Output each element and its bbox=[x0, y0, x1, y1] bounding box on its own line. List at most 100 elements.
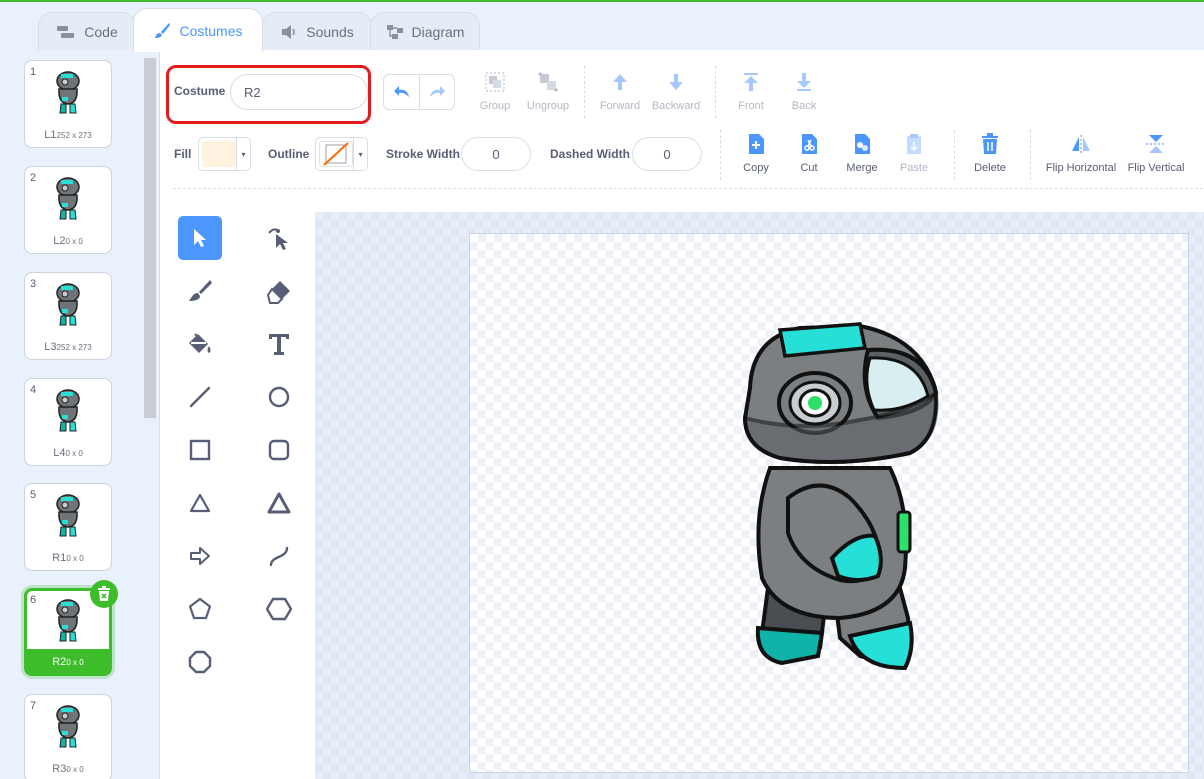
costume-caption: L1252 x 273 bbox=[25, 129, 111, 141]
robot-left-foot bbox=[755, 625, 825, 666]
circle-tool[interactable] bbox=[257, 375, 301, 419]
line-tool[interactable] bbox=[178, 375, 222, 419]
fill-color-picker[interactable]: ▾ bbox=[198, 137, 251, 171]
costume-number: 6 bbox=[30, 594, 37, 606]
toolbar-divider bbox=[173, 188, 1203, 189]
curve-tool[interactable] bbox=[257, 534, 301, 578]
scissors-icon bbox=[802, 134, 817, 154]
undo-redo-group bbox=[383, 74, 455, 110]
curve-icon bbox=[269, 546, 289, 567]
costume-thumbnail bbox=[56, 177, 80, 220]
dashed-width-input[interactable] bbox=[632, 137, 702, 171]
toolbar-separator bbox=[720, 130, 721, 180]
delete-button[interactable]: Delete bbox=[972, 132, 1008, 174]
tab-sounds-label: Sounds bbox=[306, 23, 354, 40]
diagram-icon bbox=[386, 24, 403, 39]
costume-number: 2 bbox=[30, 172, 37, 184]
group-icon bbox=[485, 72, 505, 92]
copy-button[interactable]: Copy bbox=[738, 132, 774, 174]
tab-code-label: Code bbox=[84, 23, 118, 40]
code-blocks-icon bbox=[57, 25, 75, 38]
triangle-tool[interactable] bbox=[257, 481, 301, 525]
text-tool[interactable] bbox=[257, 322, 301, 366]
stroke-width-input[interactable] bbox=[461, 137, 531, 171]
redo-button[interactable] bbox=[419, 75, 454, 109]
costume-name: R1 bbox=[52, 552, 67, 564]
backward-button[interactable]: Backward bbox=[651, 70, 701, 112]
hexagon-icon bbox=[266, 597, 292, 621]
text-icon bbox=[269, 334, 289, 355]
flip-vertical-label: Flip Vertical bbox=[1127, 162, 1185, 174]
trash-icon bbox=[98, 586, 110, 601]
arrow-tool[interactable] bbox=[178, 534, 222, 578]
ungroup-button[interactable]: Ungroup bbox=[524, 70, 572, 112]
delete-costume-button[interactable] bbox=[90, 580, 118, 608]
costume-list-scrollbar[interactable] bbox=[144, 58, 156, 418]
tab-costumes-label: Costumes bbox=[179, 22, 243, 39]
reshape-tool[interactable] bbox=[257, 216, 301, 260]
paste-label: Paste bbox=[899, 162, 929, 174]
paste-button[interactable]: Paste bbox=[897, 132, 931, 174]
costume-item-l2[interactable]: 2 L20 x 0 bbox=[24, 166, 112, 254]
undo-button[interactable] bbox=[384, 75, 419, 109]
back-label: Back bbox=[791, 100, 817, 112]
flip-horizontal-button[interactable]: Flip Horizontal bbox=[1044, 132, 1118, 174]
paintbrush-icon bbox=[155, 22, 171, 38]
front-button[interactable]: Front bbox=[734, 70, 768, 112]
reshape-icon bbox=[268, 228, 288, 250]
costume-size: 252 x 273 bbox=[56, 131, 92, 140]
forward-button[interactable]: Forward bbox=[598, 70, 642, 112]
costume-name-input[interactable] bbox=[230, 74, 368, 110]
robot-eye-pupil bbox=[808, 396, 822, 410]
costume-item-l3[interactable]: 3 L3252 x 273 bbox=[24, 272, 112, 360]
fill-tool[interactable] bbox=[178, 322, 222, 366]
undo-icon bbox=[393, 86, 409, 97]
select-tool[interactable] bbox=[178, 216, 222, 260]
costume-number: 4 bbox=[30, 384, 37, 396]
costume-item-r3[interactable]: 7 R30 x 0 bbox=[24, 694, 112, 779]
costume-number: 3 bbox=[30, 278, 37, 290]
costume-caption: R20 x 0 bbox=[27, 656, 109, 668]
forward-label: Forward bbox=[599, 100, 641, 112]
costume-thumbnail bbox=[56, 705, 80, 748]
rectangle-tool[interactable] bbox=[178, 428, 222, 472]
flip-horizontal-label: Flip Horizontal bbox=[1045, 162, 1117, 174]
tab-bar: Code Costumes Sounds Diagram bbox=[0, 2, 1204, 52]
rounded-rectangle-tool[interactable] bbox=[257, 428, 301, 472]
eraser-tool[interactable] bbox=[257, 269, 301, 313]
robot-costume-drawing[interactable] bbox=[740, 318, 950, 678]
bring-to-front-icon bbox=[744, 73, 758, 91]
merge-icon bbox=[855, 134, 870, 154]
trash-icon bbox=[982, 133, 998, 154]
costume-item-r1[interactable]: 5 R10 x 0 bbox=[24, 483, 112, 571]
triangle-outline-tool[interactable] bbox=[178, 481, 222, 525]
flip-vertical-button[interactable]: Flip Vertical bbox=[1126, 132, 1186, 174]
tab-diagram[interactable]: Diagram bbox=[370, 12, 480, 50]
costume-number: 7 bbox=[30, 700, 37, 712]
octagon-tool[interactable] bbox=[178, 640, 222, 684]
back-button[interactable]: Back bbox=[787, 70, 821, 112]
paint-editor-app: Code Costumes Sounds Diagram 1 L1252 x 27… bbox=[0, 0, 1204, 779]
redo-icon bbox=[430, 86, 445, 97]
costume-caption: R30 x 0 bbox=[25, 763, 111, 775]
group-button[interactable]: Group bbox=[478, 70, 512, 112]
costume-item-l4[interactable]: 4 L40 x 0 bbox=[24, 378, 112, 466]
eraser-icon bbox=[266, 281, 290, 304]
cut-button[interactable]: Cut bbox=[794, 132, 824, 174]
costume-item-l1[interactable]: 1 L1252 x 273 bbox=[24, 60, 112, 148]
hexagon-tool[interactable] bbox=[257, 587, 301, 631]
tab-costumes[interactable]: Costumes bbox=[133, 8, 263, 52]
pentagon-tool[interactable] bbox=[178, 587, 222, 631]
tab-code[interactable]: Code bbox=[38, 12, 136, 50]
outline-label: Outline bbox=[268, 147, 310, 161]
ungroup-label: Ungroup bbox=[526, 100, 570, 112]
costume-number: 5 bbox=[30, 489, 37, 501]
robot-battery bbox=[896, 510, 912, 554]
outline-color-picker[interactable]: ▾ bbox=[315, 137, 368, 171]
costume-caption: L3252 x 273 bbox=[25, 341, 111, 353]
brush-tool[interactable] bbox=[178, 269, 222, 313]
merge-button[interactable]: Merge bbox=[842, 132, 882, 174]
delete-label: Delete bbox=[974, 162, 1006, 174]
tab-sounds[interactable]: Sounds bbox=[262, 12, 372, 50]
tab-diagram-label: Diagram bbox=[411, 23, 465, 40]
